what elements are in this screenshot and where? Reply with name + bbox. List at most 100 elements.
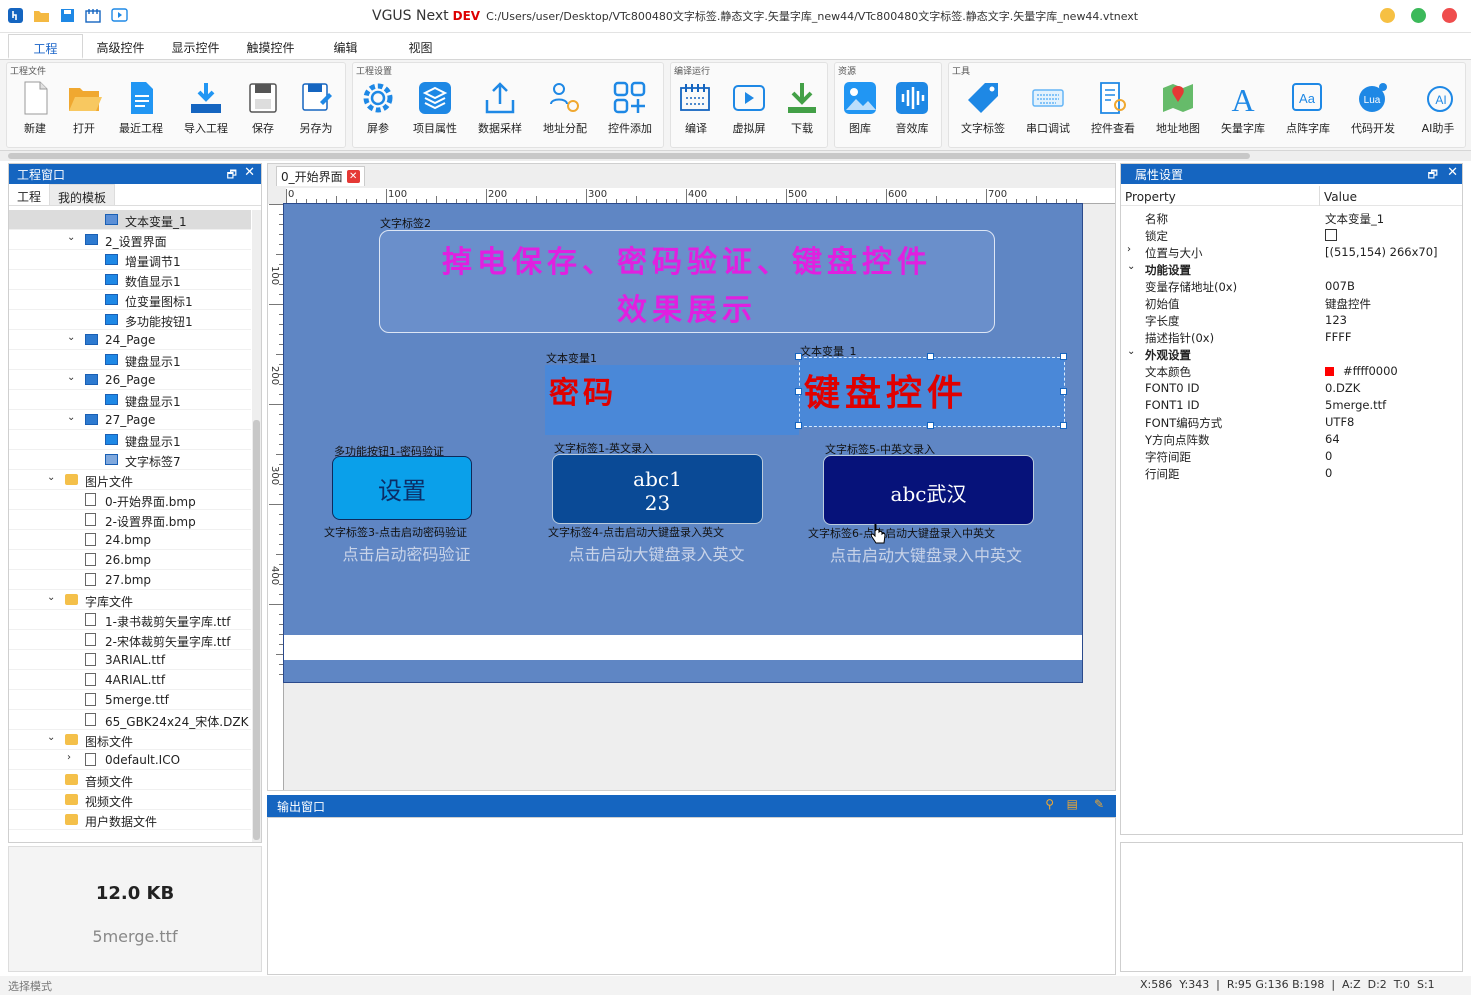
lock-checkbox[interactable] (1325, 229, 1337, 241)
open-button[interactable]: 打开 (54, 77, 114, 143)
property-row[interactable]: ⌄ 功能设置 (1121, 261, 1462, 278)
clear-icon[interactable]: ✎ (1094, 797, 1104, 811)
ai-assistant-button[interactable]: AI AI助手 (1408, 77, 1468, 143)
vector-font-button[interactable]: A 矢量字库 (1213, 77, 1273, 143)
code-dev-button[interactable]: Lua 代码开发 (1343, 77, 1403, 143)
expand-chevron-icon[interactable]: ⌄ (1127, 261, 1135, 272)
property-row[interactable]: 字符间距 0 (1121, 448, 1462, 465)
tab-advanced-controls[interactable]: 高级控件 (83, 34, 158, 59)
tree-item[interactable]: ⌄ 24_Page (9, 330, 251, 350)
text-label-5-chinese-english[interactable]: abc武汉 (823, 455, 1034, 525)
save-button[interactable]: 保存 (233, 77, 293, 143)
tree-item[interactable]: 增量调节1 (9, 250, 251, 270)
tree-item[interactable]: 键盘显示1 (9, 350, 251, 370)
expand-chevron-icon[interactable]: ⌄ (67, 412, 75, 423)
text-variable-1-selected[interactable]: 键盘控件 (799, 357, 1065, 427)
resize-handle[interactable] (1060, 388, 1067, 395)
scroll-thumb[interactable] (8, 153, 1250, 159)
property-row[interactable]: FONT0 ID 0.DZK (1121, 380, 1462, 397)
bitmap-font-button[interactable]: Aa 点阵字库 (1278, 77, 1338, 143)
tree-item[interactable]: ⌄ 2_设置界面 (9, 230, 251, 250)
tree-item[interactable]: 文字标签7 (9, 450, 251, 470)
document-icon[interactable]: ▤ (1067, 797, 1078, 811)
resize-handle[interactable] (927, 353, 934, 360)
tree-scrollbar[interactable] (252, 210, 261, 842)
tree-item[interactable]: 音频文件 (9, 770, 251, 790)
tab-view[interactable]: 视图 (383, 34, 458, 59)
close-button[interactable] (1442, 8, 1457, 23)
tree-item[interactable]: 键盘显示1 (9, 390, 251, 410)
data-sampling-button[interactable]: 数据采样 (470, 77, 530, 143)
tree-item[interactable]: ⌄ 图标文件 (9, 730, 251, 750)
property-row[interactable]: 锁定 (1121, 227, 1462, 244)
tree-item[interactable]: 27.bmp (9, 570, 251, 590)
maximize-button[interactable] (1411, 8, 1426, 23)
expand-chevron-icon[interactable]: › (1127, 244, 1131, 255)
recent-projects-button[interactable]: 最近工程 (111, 77, 171, 143)
tree-item[interactable]: 65_GBK24x24_宋体.DZK (9, 710, 251, 730)
virtual-screen-button[interactable]: 虚拟屏 (719, 77, 779, 143)
open-folder-icon[interactable] (32, 6, 50, 24)
close-tab-icon[interactable]: ✕ (346, 170, 360, 183)
image-library-button[interactable]: 图库 (830, 77, 890, 143)
property-row[interactable]: FONT编码方式 UTF8 (1121, 414, 1462, 431)
tab-touch-controls[interactable]: 触摸控件 (233, 34, 308, 59)
project-properties-button[interactable]: 项目属性 (405, 77, 465, 143)
tree-item[interactable]: 26.bmp (9, 550, 251, 570)
tree-item[interactable]: 3ARIAL.ttf (9, 650, 251, 670)
expand-chevron-icon[interactable]: ⌄ (47, 472, 55, 483)
resize-handle[interactable] (795, 353, 802, 360)
tree-item[interactable]: 1-隶书裁剪矢量字库.ttf (9, 610, 251, 630)
property-row[interactable]: 初始值 键盘控件 (1121, 295, 1462, 312)
tree-item[interactable]: 4ARIAL.ttf (9, 670, 251, 690)
expand-chevron-icon[interactable]: ⌄ (67, 332, 75, 343)
property-row[interactable]: 变量存储地址(0x) 007B (1121, 278, 1462, 295)
tree-item[interactable]: 视频文件 (9, 790, 251, 810)
scroll-thumb[interactable] (253, 420, 260, 840)
tree-item[interactable]: › 0default.ICO (9, 750, 251, 770)
tab-display-controls[interactable]: 显示控件 (158, 34, 233, 59)
tree-item[interactable]: 24.bmp (9, 530, 251, 550)
text-variable-1[interactable]: 密码 (545, 365, 799, 435)
property-row[interactable]: FONT1 ID 5merge.ttf (1121, 397, 1462, 414)
address-allocation-button[interactable]: 地址分配 (535, 77, 595, 143)
tree-item[interactable]: 0-开始界面.bmp (9, 490, 251, 510)
text-label-1-english[interactable]: abc1 23 (552, 454, 763, 524)
hmi-screen[interactable]: 文字标签2 掉电保存、密码验证、键盘控件 效果展示 文本变量1 密码 文本变量_… (283, 203, 1083, 683)
float-icon[interactable]: 🗗 (227, 166, 237, 185)
close-icon[interactable]: ✕ (244, 165, 255, 180)
tree-item[interactable]: 文本变量_1 (9, 210, 251, 230)
doc-tab[interactable]: 0_开始界面 ✕ (276, 166, 365, 186)
import-project-button[interactable]: 导入工程 (176, 77, 236, 143)
save-as-button[interactable]: 另存为 (286, 77, 346, 143)
tab-edit[interactable]: 编辑 (308, 34, 383, 59)
property-row[interactable]: › 位置与大小 [(515,154) 266x70] (1121, 244, 1462, 261)
property-row[interactable]: 名称 文本变量_1 (1121, 210, 1462, 227)
property-row[interactable]: 文本颜色 #ffff0000 (1121, 363, 1462, 380)
download-button[interactable]: 下载 (772, 77, 832, 143)
tree-item[interactable]: 多功能按钮1 (9, 310, 251, 330)
virtual-screen-icon[interactable] (110, 6, 128, 24)
expand-chevron-icon[interactable]: › (67, 752, 71, 763)
text-label-2[interactable]: 掉电保存、密码验证、键盘控件 效果展示 (379, 230, 995, 333)
save-icon[interactable] (58, 6, 76, 24)
tree-item[interactable]: 用户数据文件 (9, 810, 251, 830)
minimize-button[interactable] (1380, 8, 1395, 23)
property-row[interactable]: ⌄ 外观设置 (1121, 346, 1462, 363)
float-icon[interactable]: 🗗 (1428, 166, 1438, 185)
resize-handle[interactable] (927, 422, 934, 429)
expand-chevron-icon[interactable]: ⌄ (47, 732, 55, 743)
expand-chevron-icon[interactable]: ⌄ (67, 372, 75, 383)
close-icon[interactable]: ✕ (1447, 165, 1458, 180)
address-map-button[interactable]: 地址地图 (1148, 77, 1208, 143)
compile-icon[interactable] (84, 6, 102, 24)
control-view-button[interactable]: 控件查看 (1083, 77, 1143, 143)
multi-function-button-1[interactable]: 设置 (332, 456, 472, 520)
tree-item[interactable]: 位变量图标1 (9, 290, 251, 310)
tree-item[interactable]: ⌄ 26_Page (9, 370, 251, 390)
resize-handle[interactable] (795, 388, 802, 395)
hint6-text[interactable]: 点击启动大键盘录入中英文 (811, 542, 1041, 566)
property-row[interactable]: 描述指针(0x) FFFF (1121, 329, 1462, 346)
expand-chevron-icon[interactable]: ⌄ (67, 232, 75, 243)
property-row[interactable]: 字长度 123 (1121, 312, 1462, 329)
